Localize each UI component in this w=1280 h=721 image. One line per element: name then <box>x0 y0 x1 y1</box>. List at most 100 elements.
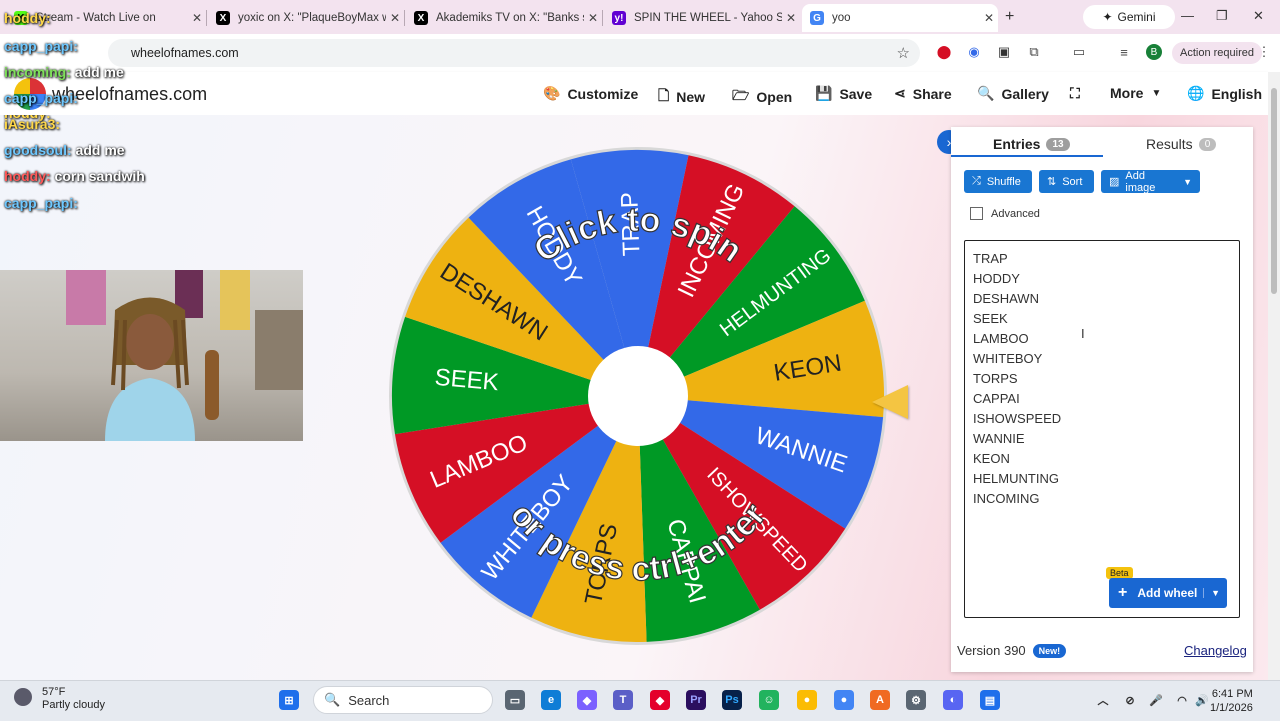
search-icon: 🔍 <box>324 692 341 707</box>
entry-line: TRAP <box>973 251 1008 266</box>
tab-entries[interactable]: Entries 13 <box>993 136 1070 152</box>
browser-tab-x-akademiks[interactable]: X Akademiks TV on X: "Banks spe ✕ <box>406 4 602 32</box>
premiere-pro-icon[interactable]: Pr <box>686 690 706 710</box>
taskbar-search-box[interactable]: 🔍 Search <box>313 686 493 714</box>
weather-widget[interactable]: 57°F Partly cloudy <box>42 686 105 712</box>
save-button[interactable]: 💾 Save <box>815 85 872 102</box>
close-tab-icon[interactable]: ✕ <box>188 11 206 25</box>
profile-avatar[interactable]: B <box>1146 44 1162 60</box>
browser-tab-x-yoxic[interactable]: X yoxic on X: "PlaqueBoyMax was ✕ <box>208 4 404 32</box>
teams-icon[interactable]: T <box>613 690 633 710</box>
search-icon: 🔍 <box>977 85 995 101</box>
entries-tab-label: Entries <box>993 136 1041 152</box>
guitar <box>205 350 219 420</box>
action-required-button[interactable]: Action required <box>1172 42 1262 64</box>
extension-c-icon[interactable]: ◉ <box>966 44 982 60</box>
save-label: Save <box>839 85 873 102</box>
open-button[interactable]: 🗁 Open <box>732 85 792 109</box>
chat-username: iAsura3: <box>4 116 61 132</box>
volume-icon[interactable]: 🔊 <box>1192 690 1212 710</box>
scrollbar-thumb[interactable] <box>1271 88 1277 294</box>
entries-textarea[interactable]: TRAP HODDY DESHAWN SEEK LAMBOO WHITEBOY … <box>964 240 1240 618</box>
discord-icon[interactable]: ◐ <box>943 690 963 710</box>
changelog-link[interactable]: Changelog <box>1184 643 1247 658</box>
add-wheel-dropdown-caret-icon[interactable]: ▼ <box>1203 588 1227 598</box>
wifi-icon[interactable]: ◠ <box>1172 690 1192 710</box>
extensions-puzzle-icon[interactable]: ⧉ <box>1026 44 1042 60</box>
copilot-icon[interactable]: ◆ <box>577 690 597 710</box>
restore-window-icon[interactable]: ❐ <box>1216 8 1228 24</box>
add-wheel-button[interactable]: + Add wheel ▼ <box>1109 578 1227 608</box>
clock-date: 1/1/2026 <box>1210 702 1253 714</box>
wheel-canvas[interactable]: TRAP INCOMINGHELMUNTINGKEONWANNIEISHOWSPE… <box>388 146 888 646</box>
close-tab-icon[interactable]: ✕ <box>980 11 998 25</box>
app-settings-gear-icon[interactable]: ⚙ <box>906 690 926 710</box>
wall-poster <box>220 270 250 330</box>
extension-box-icon[interactable]: ▣ <box>996 44 1012 60</box>
gallery-label: Gallery <box>1001 85 1049 102</box>
chat-message: capp_papi: <box>4 38 78 54</box>
sort-button[interactable]: ⇅ Sort <box>1039 170 1094 193</box>
gallery-button[interactable]: 🔍 Gallery <box>977 85 1049 102</box>
globe-icon: 🌐 <box>1187 85 1205 101</box>
chrome-icon[interactable]: ● <box>834 690 854 710</box>
chat-text: add me <box>74 64 124 80</box>
taskbar-clock[interactable]: 6:41 PM 1/1/2026 <box>1210 687 1253 715</box>
open-label: Open <box>756 89 793 105</box>
caret-down-icon: ▼ <box>1183 176 1192 187</box>
media-controls-icon[interactable]: ≡ <box>1116 44 1132 60</box>
customize-button[interactable]: 🎨 Customize <box>543 85 638 102</box>
app-orange-icon[interactable]: A <box>870 690 890 710</box>
weather-cloud-icon[interactable] <box>14 688 32 706</box>
browser-tab-yoo-active[interactable]: G yoo ✕ <box>802 4 998 32</box>
edge-browser-icon[interactable]: e <box>541 690 561 710</box>
extension-record-icon[interactable]: ⬤ <box>936 44 952 60</box>
wheel-of-names[interactable]: TRAP INCOMING HELMUNTING KEON WANNIE ISHOWSPE… <box>388 146 888 646</box>
share-button[interactable]: ⋖ Share <box>894 85 952 102</box>
wheel-center-hub[interactable] <box>588 346 688 446</box>
microphone-icon[interactable]: 🎤 <box>1146 690 1166 710</box>
advanced-toggle[interactable]: Advanced <box>970 207 1040 220</box>
bookmark-star-icon[interactable]: ☆ <box>897 44 910 62</box>
more-menu-button[interactable]: More ▼ <box>1110 85 1161 101</box>
page-scrollbar[interactable] <box>1268 72 1280 680</box>
tray-chevron-up-icon[interactable]: ︿ <box>1093 690 1113 710</box>
new-tab-plus-icon[interactable]: + <box>1005 8 1014 26</box>
gemini-button[interactable]: ✦ Gemini <box>1083 5 1175 29</box>
new-button[interactable]: 🗋 New <box>658 85 705 109</box>
clock-time: 6:41 PM <box>1211 688 1253 700</box>
app-red-diamond-icon[interactable]: ◆ <box>650 690 670 710</box>
close-window-icon[interactable]: ✕ <box>1253 8 1264 24</box>
task-view-icon[interactable]: ▭ <box>505 690 525 710</box>
entry-line: CAPPAI <box>973 391 1020 406</box>
minimize-window-icon[interactable]: — <box>1181 8 1194 23</box>
advanced-checkbox[interactable] <box>970 207 983 220</box>
windows-start-icon[interactable]: ⊞ <box>279 690 299 710</box>
caret-down-icon: ▼ <box>1151 87 1162 99</box>
close-tab-icon[interactable]: ✕ <box>782 11 800 25</box>
app-green-bot-icon[interactable]: ☺ <box>759 690 779 710</box>
photoshop-icon[interactable]: Ps <box>722 690 742 710</box>
image-icon: ▨ <box>1109 176 1120 188</box>
chat-message: capp_papi: <box>4 195 78 211</box>
address-bar[interactable]: wheelofnames.com ☆ <box>108 39 920 67</box>
url-text: wheelofnames.com <box>131 46 239 60</box>
cast-icon[interactable]: ▭ <box>1071 44 1087 60</box>
version-label: Version 390 <box>957 643 1026 658</box>
shuffle-button[interactable]: ⤮ Shuffle <box>964 170 1032 193</box>
chrome-profile-b-icon[interactable]: ● <box>797 690 817 710</box>
close-tab-icon[interactable]: ✕ <box>584 11 602 25</box>
chat-message: hoddy: <box>4 10 51 26</box>
fullscreen-button[interactable]: ⛶ <box>1070 85 1080 102</box>
yahoo-favicon-icon: y! <box>612 11 626 25</box>
close-tab-icon[interactable]: ✕ <box>386 11 404 25</box>
chrome-menu-icon[interactable]: ⋮ <box>1256 44 1272 60</box>
language-label: English <box>1211 85 1262 102</box>
shuffle-icon: ⤮ <box>972 175 981 187</box>
language-button[interactable]: 🌐 English <box>1187 85 1262 102</box>
tray-network-off-icon[interactable]: ⊘ <box>1120 690 1140 710</box>
tab-results[interactable]: Results 0 <box>1146 136 1217 152</box>
notepad-icon[interactable]: ▤ <box>980 690 1000 710</box>
browser-tab-yahoo[interactable]: y! SPIN THE WHEEL - Yahoo Searc ✕ <box>604 4 800 32</box>
add-image-button[interactable]: ▨ Add image ▼ <box>1101 170 1200 194</box>
